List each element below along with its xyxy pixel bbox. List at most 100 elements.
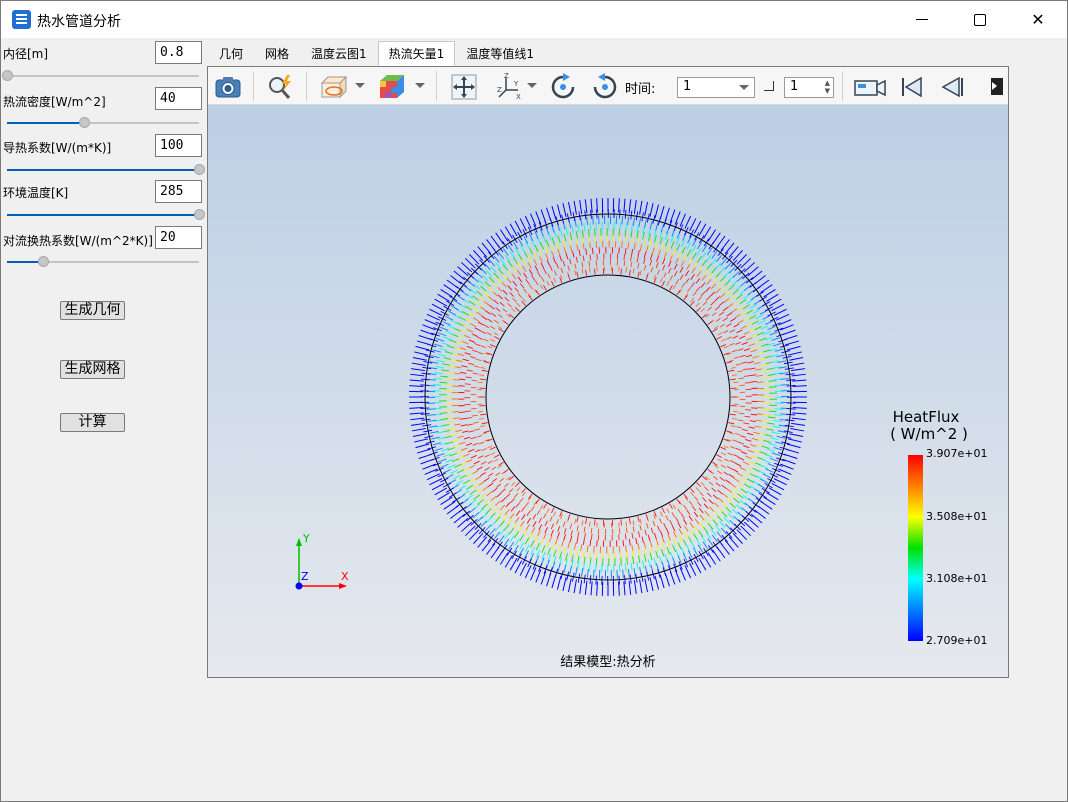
flux-arrow: [738, 412, 745, 415]
pan-icon[interactable]: [449, 72, 479, 102]
flux-arrow: [543, 513, 547, 519]
flux-arrow: [749, 420, 757, 423]
step-spinbox[interactable]: 1 ▲ ▼: [784, 77, 834, 98]
flux-arrow: [447, 310, 456, 316]
ambient-temp-input[interactable]: 285: [155, 180, 202, 203]
flux-arrow: [508, 313, 515, 319]
flux-arrow: [655, 262, 659, 269]
conductivity-slider[interactable]: [7, 164, 205, 176]
flux-arrow: [706, 492, 712, 498]
viewer-toolbar: ZY XZ 时间: 1 1 ▲ ▼: [208, 67, 1008, 105]
conductivity-input[interactable]: 100: [155, 134, 202, 157]
tab-temperature-isoline[interactable]: 温度等值线1: [455, 41, 545, 66]
flux-arrow: [628, 580, 632, 595]
ambient-temp-slider[interactable]: [7, 209, 205, 221]
flux-arrow: [740, 435, 746, 438]
minimize-button[interactable]: [897, 1, 947, 38]
flux-arrow: [760, 426, 768, 429]
flux-arrow: [720, 452, 726, 456]
flux-arrow: [701, 259, 708, 267]
render-canvas[interactable]: Y Z X HeatFlux ( W/m^2 ) 3.907e+01 3.508e+…: [208, 105, 1008, 677]
flux-arrow: [468, 430, 475, 433]
maximize-button[interactable]: [955, 1, 1005, 38]
display-mode-icon[interactable]: [319, 72, 349, 102]
tab-geometry[interactable]: 几何: [208, 41, 254, 66]
zoom-fit-icon[interactable]: [265, 72, 295, 102]
flux-arrow: [747, 266, 759, 277]
flux-arrow: [746, 309, 754, 315]
flux-arrow: [644, 219, 647, 228]
generate-mesh-button[interactable]: 生成网格: [60, 360, 125, 379]
flux-arrow: [591, 247, 594, 255]
flux-arrow: [441, 369, 449, 372]
flux-arrow: [745, 409, 752, 411]
flux-arrow: [762, 414, 770, 417]
tab-mesh[interactable]: 网格: [254, 41, 300, 66]
flux-arrow: [655, 241, 659, 250]
axes-view-icon[interactable]: ZY XZ: [494, 72, 524, 102]
flux-arrow: [745, 438, 752, 442]
previous-frame-icon[interactable]: [937, 72, 967, 102]
chevron-down-icon[interactable]: [415, 83, 425, 88]
first-frame-icon[interactable]: [897, 72, 927, 102]
heat-flux-input[interactable]: 40: [155, 87, 202, 110]
convection-coeff-slider[interactable]: [7, 256, 199, 268]
flux-arrow: [476, 290, 483, 297]
spin-arrows-icon[interactable]: ▲ ▼: [825, 79, 830, 95]
inner-diameter-slider[interactable]: [2, 70, 199, 82]
convection-coeff-input[interactable]: 20: [155, 226, 202, 249]
flux-arrow: [684, 525, 689, 532]
inner-diameter-input[interactable]: 0.8: [155, 41, 202, 64]
flux-arrow: [484, 467, 490, 471]
compute-button[interactable]: 计算: [60, 413, 125, 432]
flux-arrow: [409, 379, 424, 382]
flux-arrow: [719, 477, 725, 482]
rotate-ccw-icon[interactable]: [590, 72, 620, 102]
generate-geometry-button[interactable]: 生成几何: [60, 301, 125, 320]
heat-flux-slider[interactable]: [7, 117, 199, 129]
record-video-icon[interactable]: [853, 72, 887, 102]
camera-icon[interactable]: [213, 72, 243, 102]
flux-arrow: [504, 509, 510, 515]
flux-arrow: [771, 482, 785, 491]
flux-arrow: [620, 557, 622, 566]
close-button[interactable]: ✕: [1013, 1, 1063, 38]
flux-arrow: [736, 253, 748, 265]
time-select[interactable]: 1: [677, 77, 755, 98]
color-cube-icon[interactable]: [377, 72, 407, 102]
flux-arrow: [711, 534, 718, 543]
flux-arrow: [445, 409, 454, 411]
flux-arrow: [644, 547, 647, 556]
flux-arrow: [675, 257, 679, 264]
flux-arrow: [528, 233, 534, 242]
tab-heat-flux-vector[interactable]: 热流矢量1: [377, 41, 456, 66]
flux-arrow: [707, 538, 714, 546]
flux-arrow: [720, 527, 728, 535]
chevron-down-icon[interactable]: [527, 83, 537, 88]
flux-arrow: [649, 577, 654, 591]
rotate-cw-icon[interactable]: [548, 72, 578, 102]
flux-arrow: [589, 222, 592, 231]
flux-arrow: [757, 351, 765, 355]
flux-arrow: [780, 384, 790, 386]
flux-arrow: [535, 211, 542, 225]
flux-arrow: [472, 442, 479, 446]
tab-temperature-contour[interactable]: 温度云图1: [300, 41, 378, 66]
flux-arrow: [661, 549, 665, 557]
more-tools-icon[interactable]: [991, 78, 1003, 95]
flux-arrow: [477, 246, 488, 258]
flux-arrow: [730, 317, 736, 322]
close-icon: ✕: [1031, 10, 1045, 29]
flux-arrow: [547, 273, 551, 279]
flux-arrow: [767, 373, 776, 376]
flux-arrow: [643, 258, 646, 264]
flux-arrow: [480, 425, 486, 428]
flux-arrow: [595, 551, 597, 560]
flux-arrow: [716, 336, 723, 340]
flux-arrow: [728, 422, 735, 425]
flux-arrow: [487, 286, 494, 293]
flux-arrow: [575, 567, 578, 576]
flux-arrow: [440, 463, 449, 468]
chevron-down-icon[interactable]: [355, 83, 365, 88]
flux-arrow: [415, 443, 430, 449]
